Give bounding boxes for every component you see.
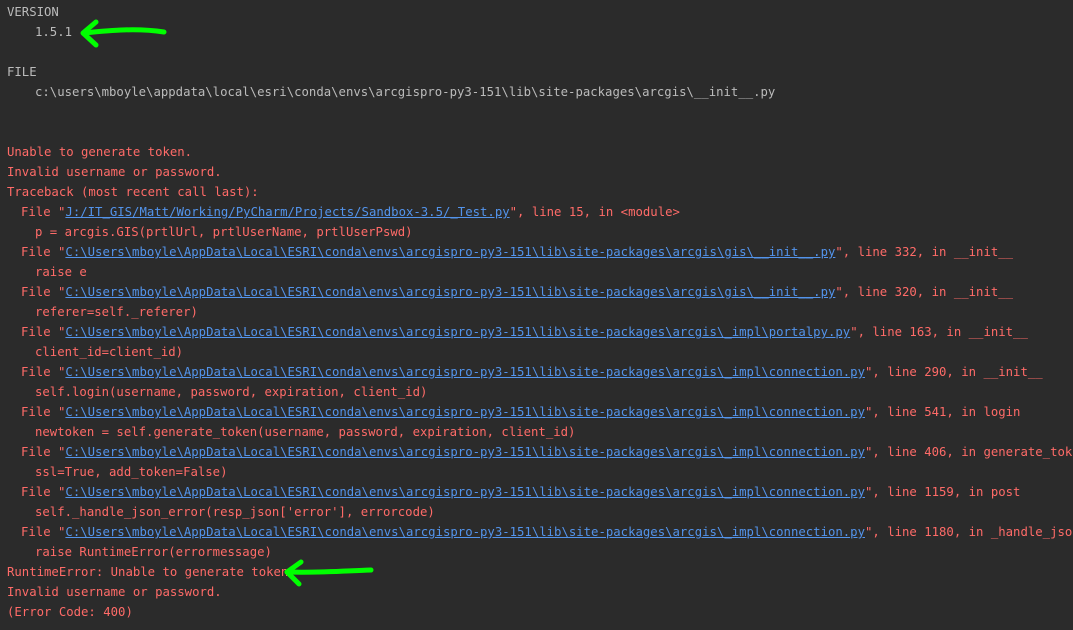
traceback-frame-code-line: raise RuntimeError(errormessage)	[35, 545, 272, 559]
frame-prefix: File "	[21, 285, 66, 299]
frame-file-link[interactable]: J:/IT_GIS/Matt/Working/PyCharm/Projects/…	[65, 205, 509, 219]
frame-prefix: File "	[21, 205, 66, 219]
frame-suffix: ", line 541, in login	[864, 405, 1021, 419]
error-message-line: Invalid username or password.	[7, 585, 222, 599]
frame-prefix: File "	[21, 245, 66, 259]
frame-file-link[interactable]: C:\Users\mboyle\AppData\Local\ESRI\conda…	[65, 445, 865, 459]
frame-file-link[interactable]: C:\Users\mboyle\AppData\Local\ESRI\conda…	[65, 525, 865, 539]
frame-prefix: File "	[21, 445, 66, 459]
traceback-frame-file-line: File "C:\Users\mboyle\AppData\Local\ESRI…	[7, 402, 1073, 422]
version-value: 1.5.1	[35, 25, 73, 39]
traceback-frame-code-line: ssl=True, add_token=False)	[35, 465, 228, 479]
frame-suffix: ", line 163, in __init__	[850, 325, 1028, 339]
traceback-frame-file-line: File "C:\Users\mboyle\AppData\Local\ESRI…	[7, 522, 1073, 542]
frame-file-link[interactable]: C:\Users\mboyle\AppData\Local\ESRI\conda…	[65, 405, 865, 419]
traceback-frame-file-line: File "C:\Users\mboyle\AppData\Local\ESRI…	[7, 242, 1073, 262]
traceback-frames: File "J:/IT_GIS/Matt/Working/PyCharm/Pro…	[7, 202, 1073, 562]
frame-suffix: ", line 320, in __init__	[835, 285, 1014, 299]
traceback-frame-code-line: newtoken = self.generate_token(username,…	[35, 425, 576, 439]
frame-suffix: ", line 332, in __init__	[835, 245, 1014, 259]
frame-suffix: ", line 15, in <module>	[509, 205, 680, 219]
frame-prefix: File "	[21, 485, 66, 499]
frame-file-link[interactable]: C:\Users\mboyle\AppData\Local\ESRI\conda…	[65, 325, 850, 339]
frame-suffix: ", line 406, in generate_token	[864, 445, 1073, 459]
console-output: VERSION 1.5.1 FILE c:\users\mboyle\appda…	[7, 2, 1073, 622]
file-label: FILE	[7, 65, 37, 79]
frame-suffix: ", line 290, in __init__	[864, 365, 1043, 379]
traceback-frame-code-line: raise e	[35, 265, 87, 279]
frame-suffix: ", line 1180, in _handle_json_error	[864, 525, 1073, 539]
traceback-frame-file-line: File "C:\Users\mboyle\AppData\Local\ESRI…	[7, 282, 1073, 302]
frame-prefix: File "	[21, 325, 66, 339]
traceback-frame-code-line: self.login(username, password, expiratio…	[35, 385, 428, 399]
traceback-frame-code-line: referer=self._referer)	[35, 305, 198, 319]
frame-file-link[interactable]: C:\Users\mboyle\AppData\Local\ESRI\conda…	[65, 485, 865, 499]
frame-prefix: File "	[21, 365, 66, 379]
traceback-frame-file-line: File "C:\Users\mboyle\AppData\Local\ESRI…	[7, 482, 1073, 502]
traceback-frame-file-line: File "C:\Users\mboyle\AppData\Local\ESRI…	[7, 362, 1073, 382]
frame-prefix: File "	[21, 525, 66, 539]
traceback-frame-file-line: File "C:\Users\mboyle\AppData\Local\ESRI…	[7, 442, 1073, 462]
traceback-frame-file-line: File "C:\Users\mboyle\AppData\Local\ESRI…	[7, 322, 1073, 342]
frame-suffix: ", line 1159, in post	[864, 485, 1021, 499]
frame-file-link[interactable]: C:\Users\mboyle\AppData\Local\ESRI\conda…	[65, 285, 835, 299]
frame-file-link[interactable]: C:\Users\mboyle\AppData\Local\ESRI\conda…	[65, 245, 835, 259]
file-value: c:\users\mboyle\appdata\local\esri\conda…	[35, 85, 776, 99]
error-message-line: Unable to generate token.	[7, 145, 193, 159]
traceback-header: Traceback (most recent call last):	[7, 185, 259, 199]
error-message-line: Invalid username or password.	[7, 165, 222, 179]
version-label: VERSION	[7, 5, 59, 19]
frame-file-link[interactable]: C:\Users\mboyle\AppData\Local\ESRI\conda…	[65, 365, 865, 379]
traceback-frame-code-line: self._handle_json_error(resp_json['error…	[35, 505, 435, 519]
error-code-line: (Error Code: 400)	[7, 605, 133, 619]
runtime-error-line: RuntimeError: Unable to generate token.	[7, 565, 296, 579]
frame-prefix: File "	[21, 405, 66, 419]
traceback-frame-code-line: client_id=client_id)	[35, 345, 184, 359]
traceback-frame-code-line: p = arcgis.GIS(prtlUrl, prtlUserName, pr…	[35, 225, 413, 239]
traceback-frame-file-line: File "J:/IT_GIS/Matt/Working/PyCharm/Pro…	[7, 202, 1073, 222]
